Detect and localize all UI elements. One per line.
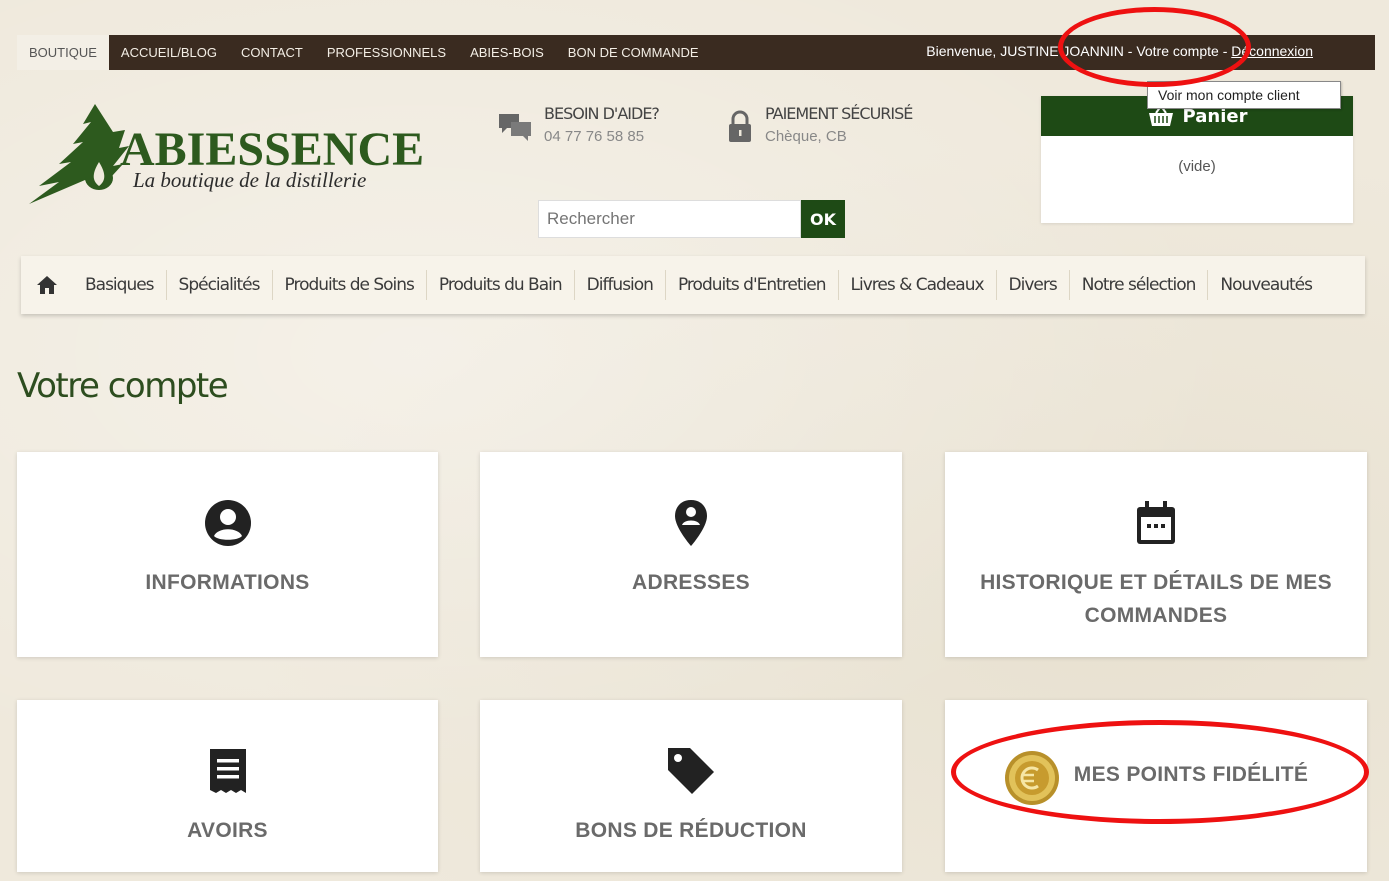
site-logo[interactable]: ABIESSENCE La boutique de la distillerie: [25, 100, 425, 210]
chat-bubbles-icon: [499, 114, 531, 141]
user-circle-icon: [204, 500, 251, 546]
tile-avoirs-label: AVOIRS: [187, 819, 268, 842]
help-phone: 04 77 76 58 85: [544, 128, 645, 145]
top-nav-professionnels[interactable]: PROFESSIONNELS: [315, 35, 458, 70]
menu-item-livres-cadeaux[interactable]: Livres & Cadeaux: [837, 270, 996, 300]
account-link[interactable]: Votre compte: [1136, 43, 1219, 59]
secure-title: PAIEMENT SÉCURISÉ: [765, 104, 913, 123]
menu-item-produits-de-soins[interactable]: Produits de Soins: [271, 270, 426, 300]
top-nav-abies-bois[interactable]: ABIES-BOIS: [458, 35, 556, 70]
top-nav-bon-de-commande[interactable]: BON DE COMMANDE: [556, 35, 711, 70]
map-pin-icon: [675, 500, 707, 546]
account-tooltip: Voir mon compte client: [1147, 81, 1341, 109]
menu-item-produits-entretien[interactable]: Produits d'Entretien: [664, 270, 838, 300]
tile-historique-line-2: COMMANDES: [1084, 604, 1228, 627]
top-nav-accueil-blog[interactable]: ACCUEIL/BLOG: [109, 35, 229, 70]
secure-methods: Chèque, CB: [765, 128, 847, 145]
home-link[interactable]: [21, 275, 73, 295]
home-icon: [37, 276, 57, 294]
account-bar: Bienvenue, JUSTINE JOANNIN - Votre compt…: [926, 43, 1313, 59]
menu-item-basiques[interactable]: Basiques: [73, 270, 166, 300]
menu-item-divers[interactable]: Divers: [995, 270, 1069, 300]
tile-bons-label: BONS DE RÉDUCTION: [575, 819, 807, 842]
tile-bons-reduction[interactable]: BONS DE RÉDUCTION: [480, 700, 902, 872]
help-title: BESOIN D'AIDE?: [544, 104, 660, 123]
tile-adresses[interactable]: ADRESSES: [480, 452, 902, 657]
search-button[interactable]: OK: [801, 200, 845, 238]
tile-historique-line-1: HISTORIQUE ET DÉTAILS DE MES: [980, 571, 1332, 594]
cart-empty-text: (vide): [1178, 158, 1216, 175]
tile-points-fidelite[interactable]: MES POINTS FIDÉLITÉ: [945, 700, 1367, 872]
cart-block[interactable]: Panier (vide): [1041, 96, 1353, 223]
lock-icon: [729, 110, 751, 142]
menu-item-specialites[interactable]: Spécialités: [165, 270, 272, 300]
tile-informations[interactable]: INFORMATIONS: [17, 452, 438, 657]
tile-historique-commandes[interactable]: HISTORIQUE ET DÉTAILS DE MES COMMANDES: [945, 452, 1367, 657]
top-nav-contact[interactable]: CONTACT: [229, 35, 315, 70]
main-menu: Basiques Spécialités Produits de Soins P…: [21, 256, 1365, 314]
tile-historique-label: HISTORIQUE ET DÉTAILS DE MES COMMANDES: [980, 566, 1332, 632]
receipt-icon: [209, 749, 246, 793]
top-nav: BOUTIQUE ACCUEIL/BLOG CONTACT PROFESSION…: [17, 35, 711, 70]
menu-item-nouveautes[interactable]: Nouveautés: [1207, 270, 1324, 300]
logout-link[interactable]: Déconnexion: [1231, 43, 1313, 59]
top-nav-boutique[interactable]: BOUTIQUE: [17, 35, 109, 70]
price-tag-icon: [668, 748, 714, 794]
search-input[interactable]: [538, 200, 801, 238]
top-bar: BOUTIQUE ACCUEIL/BLOG CONTACT PROFESSION…: [17, 35, 1375, 70]
tile-avoirs[interactable]: AVOIRS: [17, 700, 438, 872]
page-title: Votre compte: [17, 366, 229, 406]
account-separator: -: [1218, 43, 1232, 59]
tile-informations-label: INFORMATIONS: [145, 571, 310, 594]
calendar-icon: [1137, 501, 1175, 544]
menu-item-produits-du-bain[interactable]: Produits du Bain: [425, 270, 574, 300]
tile-points-label: MES POINTS FIDÉLITÉ: [1073, 763, 1309, 786]
menu-item-notre-selection[interactable]: Notre sélection: [1068, 270, 1208, 300]
menu-item-diffusion[interactable]: Diffusion: [573, 270, 665, 300]
search-form: OK: [538, 200, 845, 238]
tile-adresses-label: ADRESSES: [632, 571, 750, 594]
brand-tagline: La boutique de la distillerie: [133, 168, 367, 192]
welcome-text: Bienvenue, JUSTINE JOANNIN -: [926, 43, 1137, 59]
loyalty-coin-icon: [1004, 751, 1059, 805]
